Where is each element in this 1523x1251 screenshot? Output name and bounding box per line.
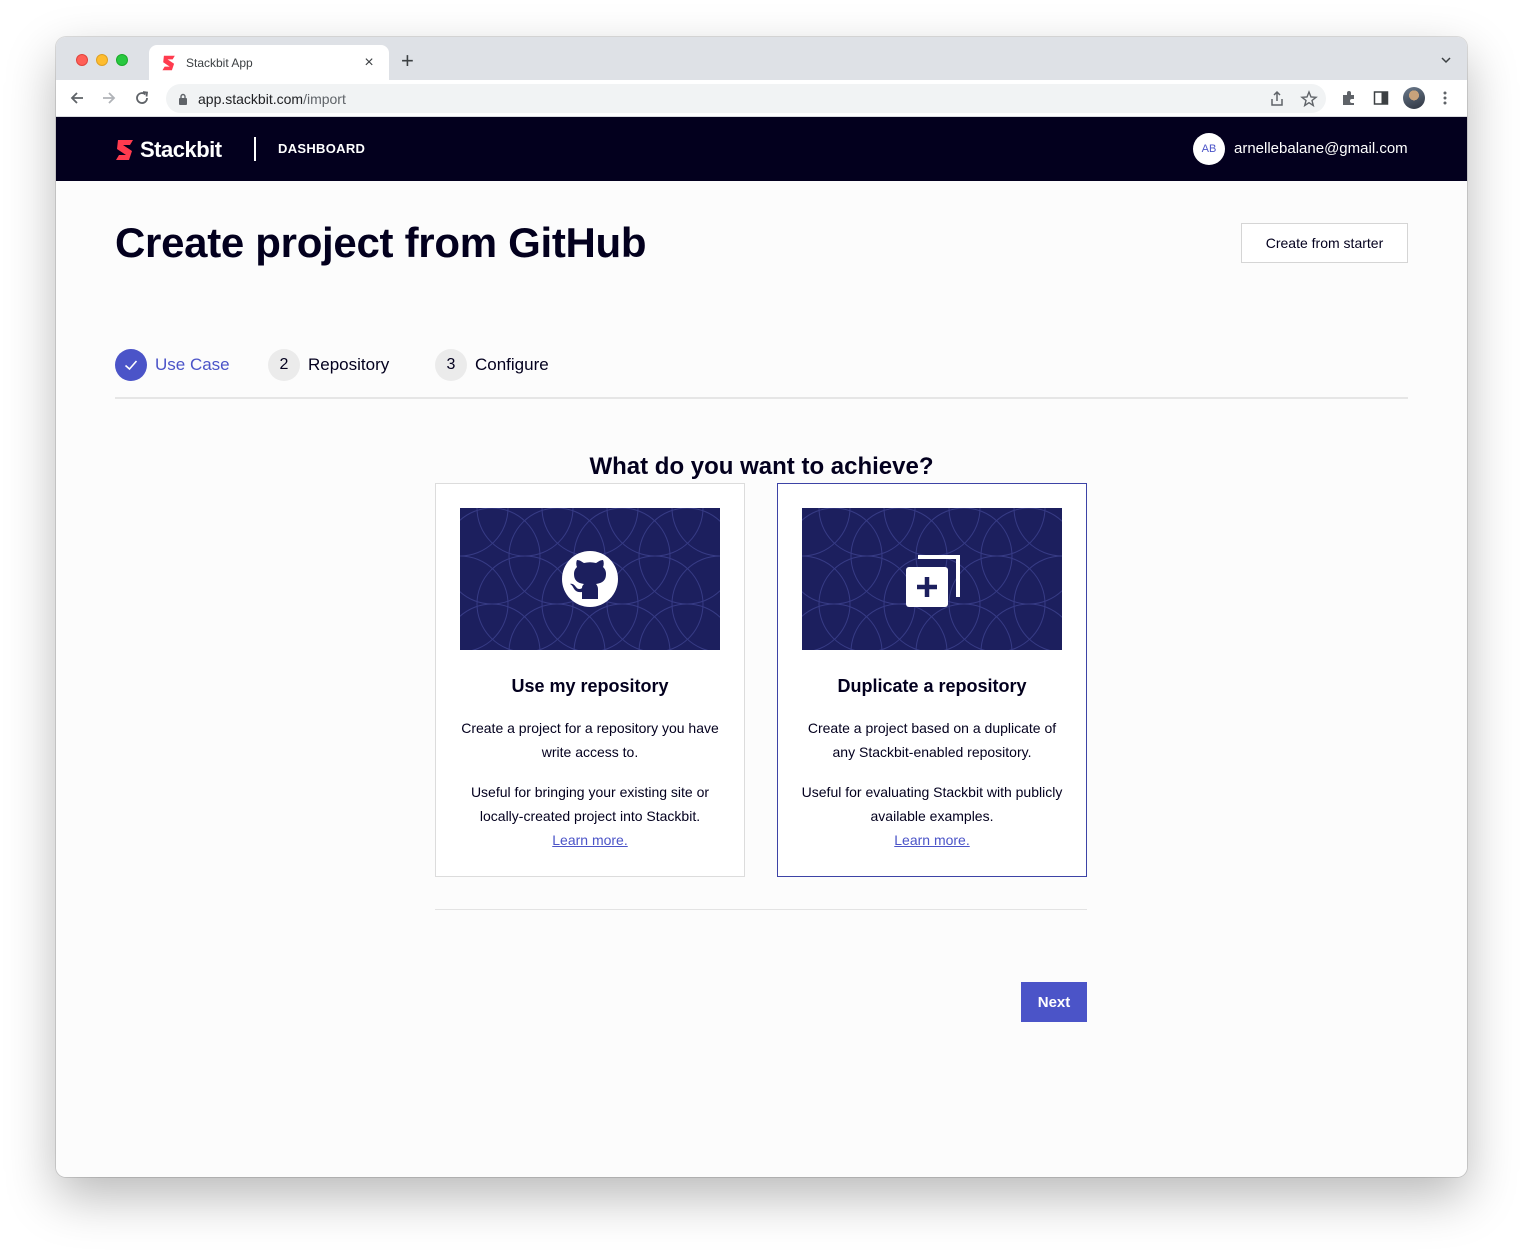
use-case-question: What do you want to achieve? (589, 453, 934, 480)
reload-icon[interactable] (133, 89, 151, 107)
extensions-puzzle-icon[interactable] (1340, 89, 1358, 107)
tab-strip: Stackbit App × + (56, 37, 1467, 80)
tab-search-chevron-icon[interactable] (1441, 55, 1451, 65)
more-menu-icon[interactable] (1436, 89, 1454, 107)
stackbit-logo-icon (116, 140, 133, 160)
url-text: app.stackbit.com/import (198, 90, 346, 107)
stackbit-favicon-icon (162, 55, 175, 70)
browser-profile-avatar[interactable] (1403, 87, 1425, 109)
use-my-repository-card[interactable]: Use my repository Create a project for a… (435, 483, 745, 877)
close-window-button[interactable] (76, 54, 88, 66)
browser-toolbar: app.stackbit.com/import (56, 80, 1467, 117)
page-title: Create project from GitHub (115, 219, 647, 266)
side-panel-icon[interactable] (1372, 89, 1390, 107)
card-use-hint: Useful for bringing your existing site o… (470, 784, 710, 824)
user-email[interactable]: arnellebalane@gmail.com (1234, 140, 1408, 157)
card-title: Duplicate a repository (837, 676, 1027, 696)
header-divider (254, 137, 256, 161)
tab-close-icon[interactable]: × (361, 54, 377, 71)
learn-more-row: Learn more. (436, 828, 744, 852)
nav-dashboard-link[interactable]: DASHBOARD (278, 141, 365, 156)
footer-divider (435, 909, 1087, 910)
learn-more-link[interactable]: Learn more. (552, 832, 627, 848)
user-avatar[interactable]: AB (1193, 133, 1225, 165)
card-title: Use my repository (511, 676, 669, 696)
main-content: Create project from GitHub Create from s… (56, 181, 1467, 1177)
step-configure[interactable]: 3 Configure (435, 349, 549, 381)
card-illustration (460, 508, 720, 650)
step-use-case[interactable]: Use Case (115, 349, 230, 381)
app-header: Stackbit DASHBOARD AB arnellebalane@gmai… (56, 117, 1467, 181)
back-arrow-icon[interactable] (68, 89, 86, 107)
checkmark-icon (124, 360, 138, 371)
logo-text: Stackbit (140, 137, 222, 162)
minimize-window-button[interactable] (96, 54, 108, 66)
tab-title: Stackbit App (186, 55, 253, 70)
github-icon (562, 551, 618, 607)
new-tab-button[interactable]: + (401, 50, 414, 72)
browser-window: Stackbit App × + app.stackbit.com/import (56, 37, 1467, 1177)
card-illustration (802, 508, 1062, 650)
browser-tab[interactable]: Stackbit App × (149, 45, 389, 80)
lock-icon (179, 93, 187, 105)
step-label: Repository (308, 355, 390, 374)
bookmark-star-icon[interactable] (1300, 90, 1318, 108)
stepper-divider (115, 397, 1408, 399)
card-use-hint: Useful for evaluating Stackbit with publ… (801, 784, 1063, 824)
maximize-window-button[interactable] (116, 54, 128, 66)
next-button[interactable]: Next (1021, 982, 1087, 1022)
step-label: Use Case (155, 355, 230, 374)
learn-more-row: Learn more. (778, 828, 1086, 852)
learn-more-link[interactable]: Learn more. (894, 832, 969, 848)
create-from-starter-button[interactable]: Create from starter (1241, 223, 1408, 263)
address-bar[interactable]: app.stackbit.com/import (166, 84, 1326, 113)
card-description: Create a project for a repository you ha… (461, 720, 719, 760)
duplicate-icon (906, 555, 960, 607)
forward-arrow-icon[interactable] (100, 89, 118, 107)
stackbit-logo[interactable]: Stackbit (115, 137, 222, 163)
step-repository[interactable]: 2 Repository (268, 349, 389, 381)
step-label: Configure (475, 355, 549, 374)
card-description: Create a project based on a duplicate of… (807, 720, 1057, 760)
duplicate-repository-card[interactable]: Duplicate a repository Create a project … (777, 483, 1087, 877)
step-number: 2 (268, 349, 300, 381)
share-icon[interactable] (1268, 90, 1286, 108)
step-done-indicator (115, 349, 147, 381)
step-number: 3 (435, 349, 467, 381)
